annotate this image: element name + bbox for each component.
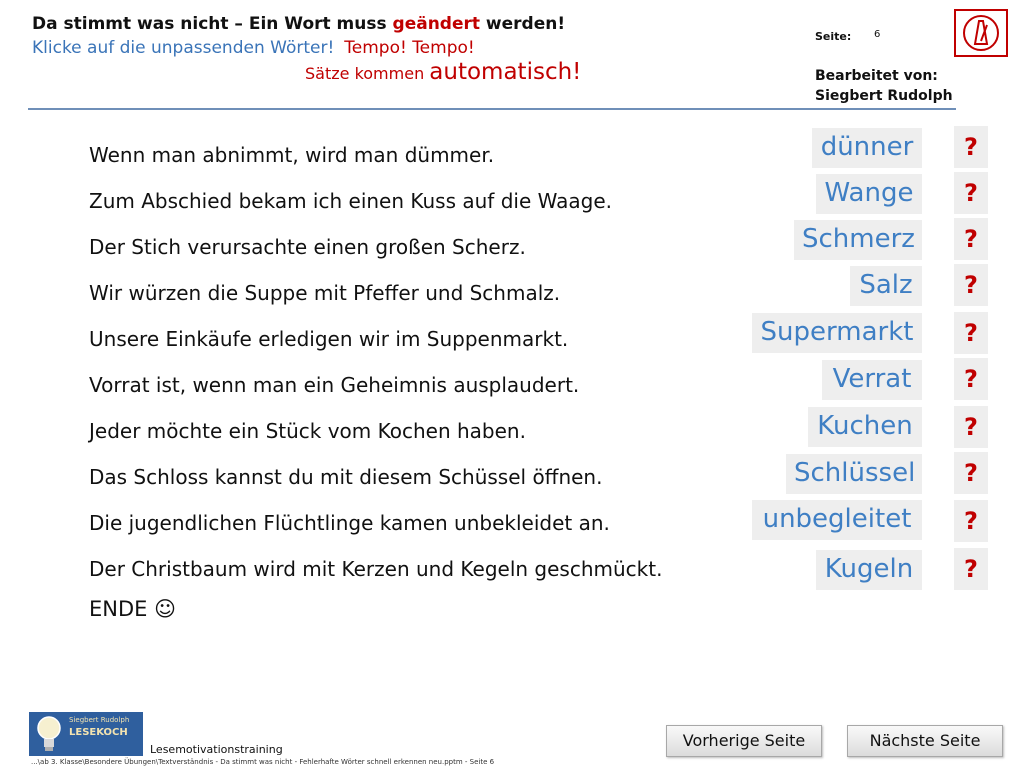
metronome-logo-icon	[954, 9, 1008, 57]
header-divider	[28, 108, 956, 110]
sentence[interactable]: Der Christbaum wird mit Kerzen und Kegel…	[89, 554, 662, 600]
sentence[interactable]: Wir würzen die Suppe mit Pfeffer und Sch…	[89, 278, 662, 324]
instruction-text: Klicke auf die unpassenden Wörter!	[32, 38, 335, 58]
correction-word[interactable]: Kugeln	[816, 550, 922, 590]
correction-word[interactable]: Supermarkt	[752, 313, 922, 353]
sentence[interactable]: Wenn man abnimmt, wird man dümmer.	[89, 140, 662, 186]
page-number: 6	[874, 29, 881, 40]
help-button[interactable]: ?	[954, 500, 988, 542]
correction-word[interactable]: Schlüssel	[786, 454, 922, 494]
title-highlight: geändert	[392, 14, 481, 34]
previous-page-button[interactable]: Vorherige Seite	[666, 725, 822, 757]
correction-word[interactable]: Verrat	[822, 360, 922, 400]
page-title: Da stimmt was nicht – Ein Wort muss geän…	[32, 14, 566, 34]
tempo-text: Tempo! Tempo!	[344, 38, 475, 58]
help-button[interactable]: ?	[954, 452, 988, 494]
file-path: ...\ab 3. Klasse\Besondere Übungen\Textv…	[31, 758, 495, 766]
correction-word[interactable]: dünner	[812, 128, 922, 168]
correction-word[interactable]: Salz	[850, 266, 922, 306]
correction-word[interactable]: unbegleitet	[752, 500, 922, 540]
sentence[interactable]: Der Stich verursachte einen großen Scher…	[89, 232, 662, 278]
help-button[interactable]: ?	[954, 312, 988, 354]
help-button[interactable]: ?	[954, 406, 988, 448]
sentence-list: Wenn man abnimmt, wird man dümmer. Zum A…	[89, 140, 662, 600]
lightbulb-icon	[37, 716, 61, 751]
next-page-button[interactable]: Nächste Seite	[847, 725, 1003, 757]
instruction-line: Klicke auf die unpassenden Wörter! Tempo!…	[32, 38, 565, 58]
help-button[interactable]: ?	[954, 218, 988, 260]
author-credit: Bearbeitet von: Siegbert Rudolph	[815, 68, 953, 104]
footer-label: Lesemotivationstraining	[150, 743, 283, 756]
help-button[interactable]: ?	[954, 172, 988, 214]
help-button[interactable]: ?	[954, 126, 988, 168]
lesekoch-logo: Siegbert Rudolph LESEKOCH	[29, 712, 143, 756]
sentence[interactable]: Vorrat ist, wenn man ein Geheimnis auspl…	[89, 370, 662, 416]
sentence[interactable]: Die jugendlichen Flüchtlinge kamen unbek…	[89, 508, 662, 554]
sentence[interactable]: Unsere Einkäufe erledigen wir im Suppenm…	[89, 324, 662, 370]
correction-word[interactable]: Schmerz	[794, 220, 922, 260]
sentence[interactable]: Das Schloss kannst du mit diesem Schüsse…	[89, 462, 662, 508]
auto-note: Sätze kommen automatisch!	[305, 59, 582, 85]
help-button[interactable]: ?	[954, 358, 988, 400]
end-marker: ENDE ☺	[89, 597, 176, 621]
correction-word[interactable]: Wange	[816, 174, 922, 214]
help-button[interactable]: ?	[954, 548, 988, 590]
header: Da stimmt was nicht – Ein Wort muss geän…	[32, 14, 565, 58]
help-button[interactable]: ?	[954, 264, 988, 306]
page-label: Seite:	[815, 30, 852, 43]
correction-word[interactable]: Kuchen	[808, 407, 922, 447]
sentence[interactable]: Zum Abschied bekam ich einen Kuss auf di…	[89, 186, 662, 232]
sentence[interactable]: Jeder möchte ein Stück vom Kochen haben.	[89, 416, 662, 462]
